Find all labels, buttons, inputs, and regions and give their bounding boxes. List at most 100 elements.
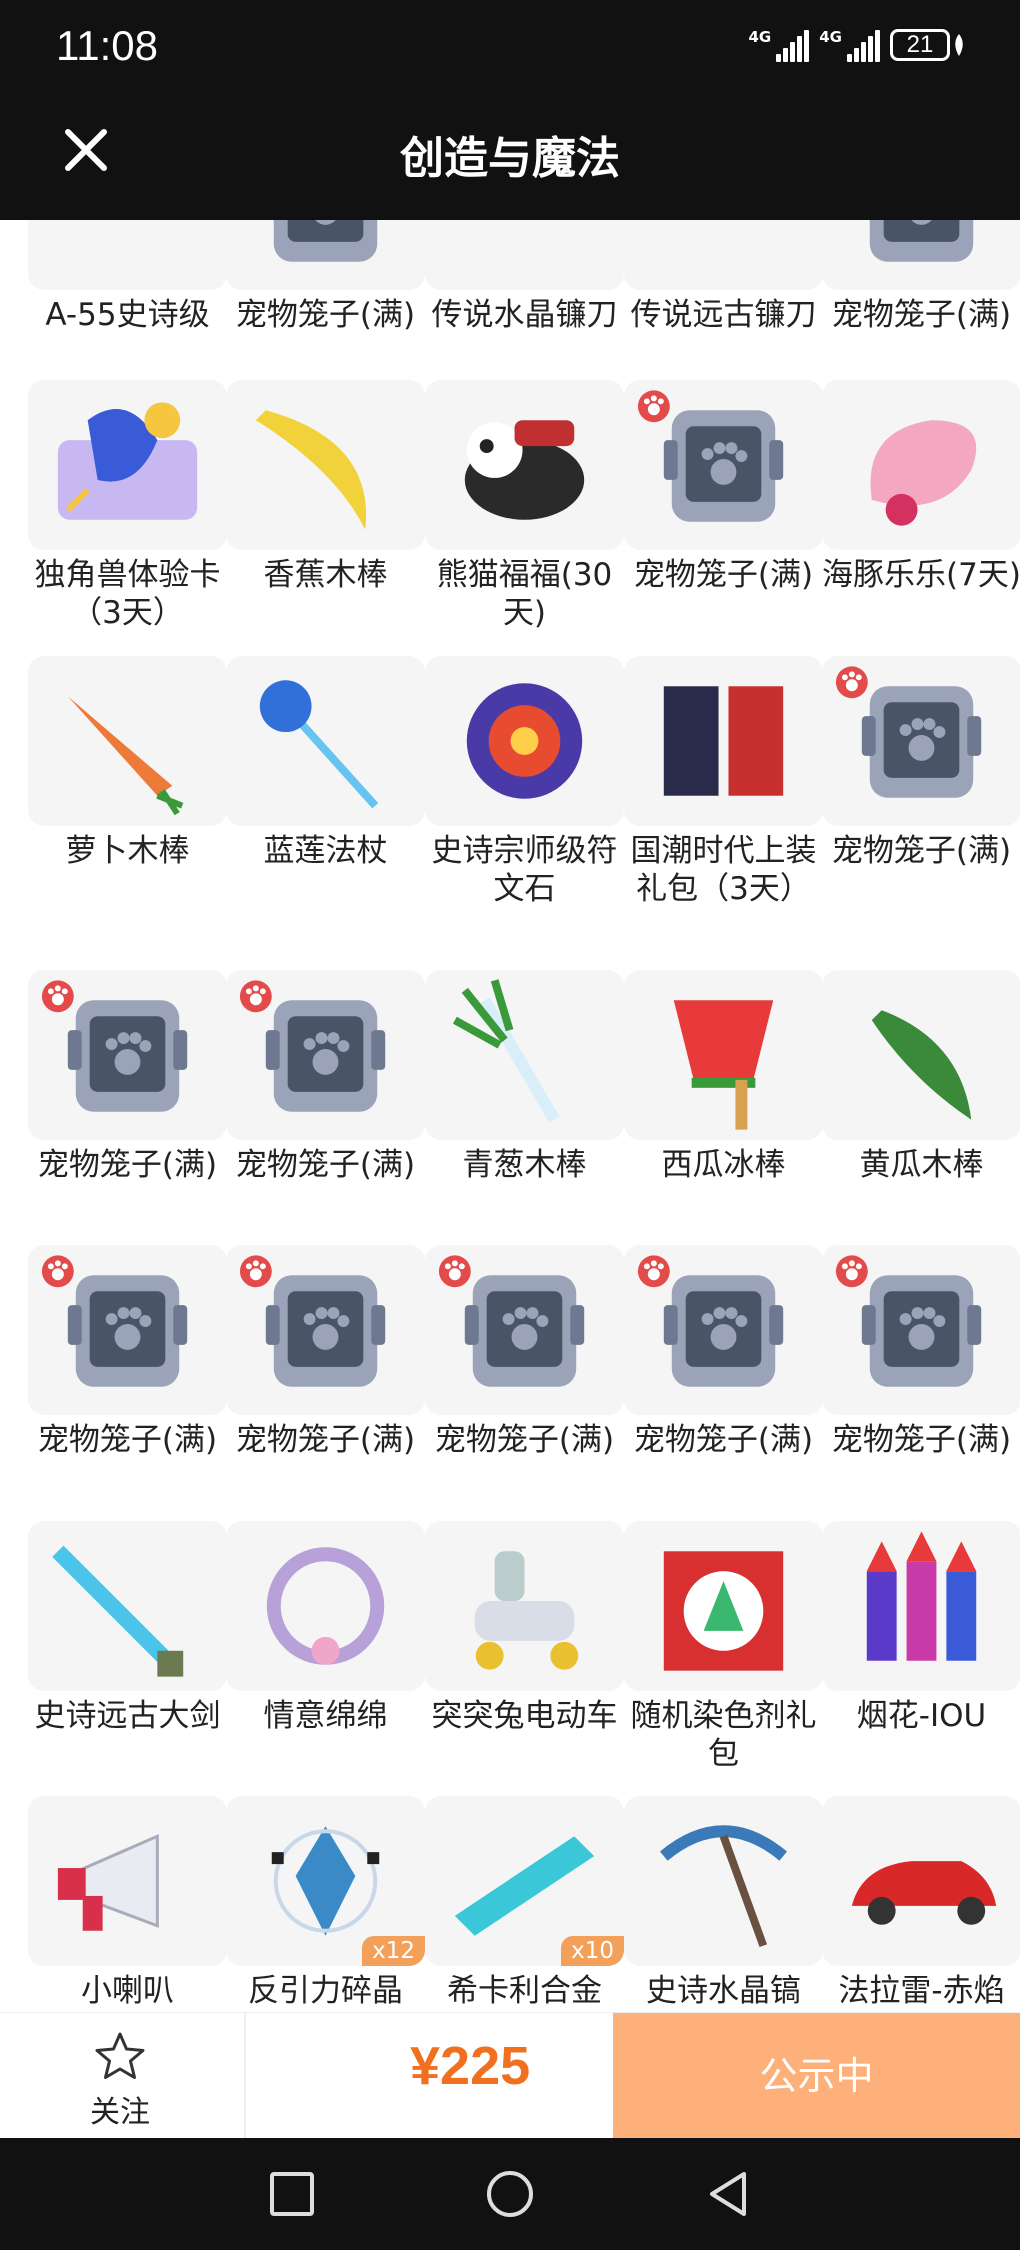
system-nav-bar: [0, 2138, 1020, 2250]
item-name: 史诗远古大剑: [34, 1698, 221, 1734]
recent-apps-icon[interactable]: [264, 2166, 320, 2222]
page-title: 创造与魔法: [400, 133, 620, 184]
fireworks-icon: [866, 1531, 977, 1661]
status-icons: 4G 4G 21: [749, 28, 965, 62]
item-thumbnail: [425, 220, 624, 290]
item-name: 传说水晶镰刀: [431, 297, 618, 333]
item-thumbnail: [624, 656, 823, 826]
item-thumbnail: [624, 1796, 823, 1966]
signal-icon: 4G: [749, 28, 810, 62]
item-name: 史诗宗师级符文石: [431, 833, 618, 907]
pet-cage-icon: [869, 220, 974, 262]
item-thumbnail: [28, 656, 227, 826]
item-thumbnail: [28, 220, 227, 290]
item-name: 国潮时代上装礼包（3天）: [630, 833, 817, 907]
pet-cage-icon: [835, 1255, 982, 1387]
pet-cage-icon: [637, 1255, 784, 1387]
item-thumbnail: [425, 380, 624, 550]
item-name: 香蕉木棒: [263, 557, 388, 593]
follow-label: 关注: [90, 2095, 150, 2130]
item-name: 宠物笼子(满): [633, 1422, 814, 1458]
item-thumbnail: [624, 1245, 823, 1415]
item-thumbnail: [822, 1521, 1020, 1691]
price: ¥225: [410, 2036, 531, 2096]
item-thumbnail: x10: [425, 1796, 624, 1966]
rune-stone-icon: [466, 683, 583, 799]
scythe-icon: [624, 220, 823, 290]
unicorn-card-icon: [57, 402, 198, 520]
quantity-badge: x10: [561, 1936, 624, 1966]
item-thumbnail: [822, 220, 1020, 290]
item-name: 宠物笼子(满): [633, 557, 814, 593]
item-thumbnail: [425, 1245, 624, 1415]
item-grid[interactable]: A-55史诗级 宠物笼子(满) 传说水晶镰刀 传说远古镰刀 宠物笼子(满) 独角兽体验…: [0, 220, 1020, 2012]
star-icon: [95, 2032, 145, 2079]
item-thumbnail: [226, 380, 425, 550]
item-name: 黄瓜木棒: [859, 1147, 984, 1183]
scallion-icon: [452, 979, 560, 1123]
item-name: 宠物笼子(满): [831, 1422, 1012, 1458]
item-name: 反引力碎晶: [248, 1973, 403, 2009]
follow-button[interactable]: 关注: [60, 2029, 180, 2131]
item-thumbnail: [624, 1521, 823, 1691]
item-thumbnail: [624, 970, 823, 1140]
scythe-icon: [425, 220, 624, 290]
back-icon[interactable]: [700, 2166, 756, 2222]
item-name: 海豚乐乐(7天): [822, 557, 1020, 593]
item-thumbnail: [425, 970, 624, 1140]
signal-label: 4G: [748, 28, 772, 46]
item-name: 宠物笼子(满): [37, 1147, 218, 1183]
sword-icon: [52, 1545, 184, 1677]
battery-level: 21: [890, 29, 950, 61]
item-name: 突突兔电动车: [431, 1698, 618, 1734]
title-bar: 创造与魔法: [0, 100, 1020, 220]
signal-icon-2: 4G: [819, 28, 880, 62]
pet-cage-icon: [41, 1255, 188, 1387]
gift-box-icon: [663, 1551, 784, 1671]
costume-icon: [663, 686, 784, 796]
status-button[interactable]: 公示中: [613, 2013, 1020, 2139]
item-thumbnail: [28, 1521, 227, 1691]
pet-cage-icon: [637, 390, 784, 522]
item-thumbnail: [425, 656, 624, 826]
item-thumbnail: [822, 380, 1020, 550]
item-name: 宠物笼子(满): [235, 297, 416, 333]
item-name: 情意绵绵: [263, 1698, 388, 1734]
item-thumbnail: [624, 220, 823, 290]
bottom-bar: 关注 ¥225 公示中: [0, 2012, 1020, 2139]
pickaxe-icon: [659, 1825, 788, 1948]
carrot-icon: [67, 696, 184, 816]
item-thumbnail: [226, 970, 425, 1140]
item-thumbnail: [28, 970, 227, 1140]
home-icon[interactable]: [482, 2166, 538, 2222]
item-thumbnail: [226, 1245, 425, 1415]
item-name: 蓝莲法杖: [263, 833, 388, 869]
item-thumbnail: [822, 1796, 1020, 1966]
item-name: 萝卜木棒: [65, 833, 190, 869]
pet-cage-icon: [41, 980, 188, 1112]
megaphone-icon: [57, 1833, 159, 1931]
item-thumbnail: x12: [226, 1796, 425, 1966]
divider: [244, 2013, 246, 2139]
item-thumbnail: [822, 1245, 1020, 1415]
item-name: 独角兽体验卡（3天）: [34, 557, 221, 631]
status-time: 11:08: [56, 22, 158, 69]
item-name: 传说远古镰刀: [630, 297, 817, 333]
item-name: 史诗水晶镐: [646, 1973, 801, 2009]
item-thumbnail: [28, 1796, 227, 1966]
wreath-icon: [266, 1547, 385, 1665]
item-name: 宠物笼子(满): [37, 1422, 218, 1458]
pet-cage-icon: [438, 1255, 585, 1387]
item-name: 烟花-IOU: [856, 1698, 987, 1734]
pet-cage-icon: [239, 980, 386, 1112]
item-name: A-55史诗级: [45, 297, 210, 333]
item-thumbnail: [822, 970, 1020, 1140]
status-bar: 11:08 4G 4G 21: [0, 0, 1020, 100]
item-name: 法拉雷-赤焰: [838, 1973, 1005, 2009]
item-name: 宠物笼子(满): [235, 1422, 416, 1458]
item-name: 希卡利合金: [447, 1973, 602, 2009]
item-thumbnail: [624, 380, 823, 550]
item-thumbnail: [226, 220, 425, 290]
item-thumbnail: [28, 1245, 227, 1415]
item-thumbnail: [425, 1521, 624, 1691]
